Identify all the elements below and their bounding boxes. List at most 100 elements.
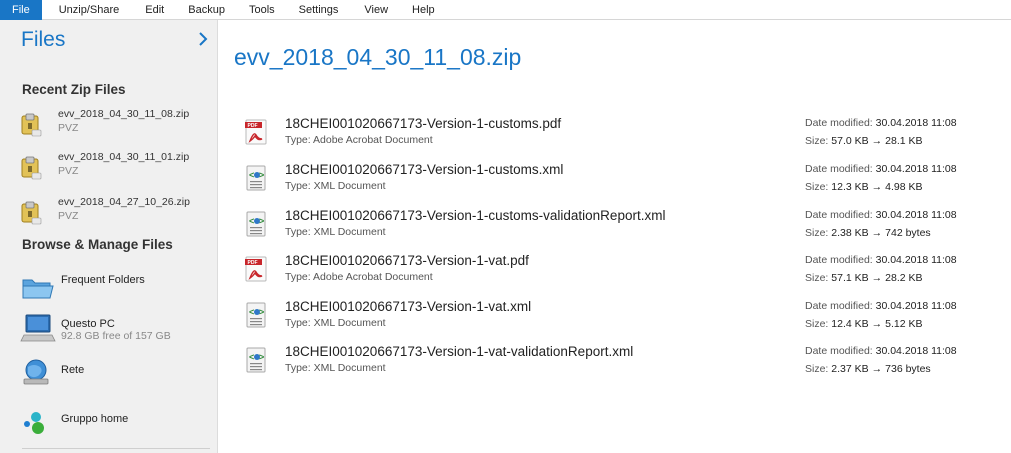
file-date: Date modified: 30.04.2018 11:08 <box>805 300 957 312</box>
folder-icon <box>22 279 54 299</box>
file-name: 18CHEI001020667173-Version-1-vat.xml <box>285 299 532 314</box>
menu-bar: File Unzip/Share Edit Backup Tools Setti… <box>0 0 1011 20</box>
frequent-folders-item[interactable]: Frequent Folders <box>18 266 213 306</box>
size-label: Size: <box>805 227 829 239</box>
recent-zip-name: evv_2018_04_30_11_08.zip <box>58 108 190 120</box>
recent-zip-item[interactable]: evv_2018_04_27_10_26.zip PVZ <box>18 196 213 238</box>
size-original: 12.3 KB <box>831 181 869 193</box>
compression-arrow-icon: → <box>871 135 883 147</box>
size-label: Size: <box>805 181 829 193</box>
menu-unzip-share[interactable]: Unzip/Share <box>50 0 129 20</box>
browse-manage-heading: Browse & Manage Files <box>22 237 173 252</box>
file-type-label: Type: <box>285 226 311 238</box>
menu-settings[interactable]: Settings <box>290 0 348 20</box>
size-label: Size: <box>805 318 829 330</box>
menu-file[interactable]: File <box>0 0 42 20</box>
file-row[interactable]: PDF 18CHEI001020667173-Version-1-vat.pdf T… <box>244 253 1004 295</box>
file-name: 18CHEI001020667173-Version-1-customs.pdf <box>285 116 562 131</box>
file-size: Size: 2.37 KB → 736 bytes <box>805 363 931 375</box>
file-name: 18CHEI001020667173-Version-1-vat-validat… <box>285 344 634 359</box>
svg-text:PDF: PDF <box>248 260 258 266</box>
file-date: Date modified: 30.04.2018 11:08 <box>805 254 957 266</box>
date-modified-label: Date modified: <box>805 163 873 175</box>
file-name: 18CHEI001020667173-Version-1-vat.pdf <box>285 253 529 268</box>
menu-backup[interactable]: Backup <box>179 0 234 20</box>
menu-view[interactable]: View <box>355 0 397 20</box>
xml-icon: < > <box>246 347 266 373</box>
compression-arrow-icon: → <box>871 318 883 330</box>
file-date: Date modified: 30.04.2018 11:08 <box>805 345 957 357</box>
date-modified-value: 30.04.2018 11:08 <box>875 254 957 266</box>
file-row[interactable]: < > 18CHEI001020667173-Version-1-vat-valid… <box>244 344 1004 386</box>
file-type-label: Type: <box>285 362 311 374</box>
size-original: 2.37 KB <box>831 363 869 375</box>
chevron-right-icon[interactable] <box>196 30 210 48</box>
recent-zip-type: PVZ <box>58 165 79 177</box>
recent-zip-heading: Recent Zip Files <box>22 82 126 97</box>
file-row[interactable]: < >18CHEI001020667173-Version-1-vat.xml Ty… <box>244 299 1004 341</box>
questo-pc-label: Questo PC <box>61 318 115 330</box>
svg-text:<: < <box>249 170 254 180</box>
rete-item[interactable]: Rete <box>18 357 213 397</box>
questo-pc-item[interactable]: Questo PC 92.8 GB free of 157 GB <box>18 313 213 353</box>
date-modified-value: 30.04.2018 11:08 <box>875 345 957 357</box>
rete-label: Rete <box>61 364 85 376</box>
svg-text:>: > <box>259 216 264 226</box>
gruppo-home-item[interactable]: Gruppo home <box>18 406 213 446</box>
file-name: 18CHEI001020667173-Version-1-customs-val… <box>285 208 666 223</box>
file-type-label: Type: <box>285 271 311 283</box>
date-modified-label: Date modified: <box>805 254 873 266</box>
recent-zip-item[interactable]: evv_2018_04_30_11_01.zip PVZ <box>18 151 213 193</box>
svg-text:PDF: PDF <box>248 123 258 129</box>
file-size: Size: 12.4 KB → 5.12 KB <box>805 318 923 330</box>
menu-edit[interactable]: Edit <box>136 0 173 20</box>
file-date: Date modified: 30.04.2018 11:08 <box>805 163 957 175</box>
date-modified-label: Date modified: <box>805 209 873 221</box>
recent-zip-type: PVZ <box>58 122 79 134</box>
network-icon <box>23 359 49 385</box>
file-row[interactable]: PDF 18CHEI001020667173-Version-1-customs.… <box>244 116 1004 158</box>
file-type-value: XML Document <box>313 180 386 192</box>
svg-text:<: < <box>249 352 254 362</box>
zip-archive-icon <box>21 156 42 180</box>
date-modified-label: Date modified: <box>805 117 873 129</box>
recent-zip-item[interactable]: evv_2018_04_30_11_08.zip PVZ <box>18 108 213 150</box>
file-date: Date modified: 30.04.2018 11:08 <box>805 209 957 221</box>
compression-arrow-icon: → <box>871 227 883 239</box>
zip-archive-icon <box>21 113 42 137</box>
archive-title: evv_2018_04_30_11_08.zip <box>234 44 522 70</box>
files-side-panel: Files Recent Zip Files evv_2018_04_30_11… <box>0 20 218 453</box>
file-size: Size: 12.3 KB → 4.98 KB <box>805 181 923 193</box>
file-size: Size: 2.38 KB → 742 bytes <box>805 227 931 239</box>
size-compressed: 4.98 KB <box>885 181 923 193</box>
file-size: Size: 57.1 KB → 28.2 KB <box>805 272 923 284</box>
file-date: Date modified: 30.04.2018 11:08 <box>805 117 957 129</box>
pdf-icon: PDF <box>245 119 267 145</box>
file-type-value: XML Document <box>313 226 386 238</box>
file-type: Type: XML Document <box>285 180 386 192</box>
svg-text:<: < <box>249 216 254 226</box>
file-row[interactable]: < >18CHEI001020667173-Version-1-customs.x… <box>244 162 1004 204</box>
menu-tools[interactable]: Tools <box>240 0 284 20</box>
window-edge <box>1004 20 1011 453</box>
size-compressed: 5.12 KB <box>885 318 923 330</box>
date-modified-label: Date modified: <box>805 345 873 357</box>
recent-zip-type: PVZ <box>58 210 79 222</box>
size-original: 2.38 KB <box>831 227 869 239</box>
date-modified-value: 30.04.2018 11:08 <box>875 300 957 312</box>
menu-help[interactable]: Help <box>403 0 444 20</box>
file-type-value: XML Document <box>313 317 386 329</box>
date-modified-value: 30.04.2018 11:08 <box>875 117 957 129</box>
date-modified-label: Date modified: <box>805 300 873 312</box>
size-compressed: 28.1 KB <box>885 135 923 147</box>
questo-pc-free-space: 92.8 GB free of 157 GB <box>61 330 171 342</box>
date-modified-value: 30.04.2018 11:08 <box>875 209 957 221</box>
files-title: Files <box>21 28 66 51</box>
file-type: Type: Adobe Acrobat Document <box>285 134 433 146</box>
computer-icon <box>20 314 56 342</box>
file-row[interactable]: < >18CHEI001020667173-Version-1-customs-v… <box>244 208 1004 250</box>
size-original: 12.4 KB <box>831 318 869 330</box>
gruppo-home-label: Gruppo home <box>61 413 129 425</box>
svg-text:>: > <box>259 307 264 317</box>
xml-icon: < > <box>246 165 266 191</box>
